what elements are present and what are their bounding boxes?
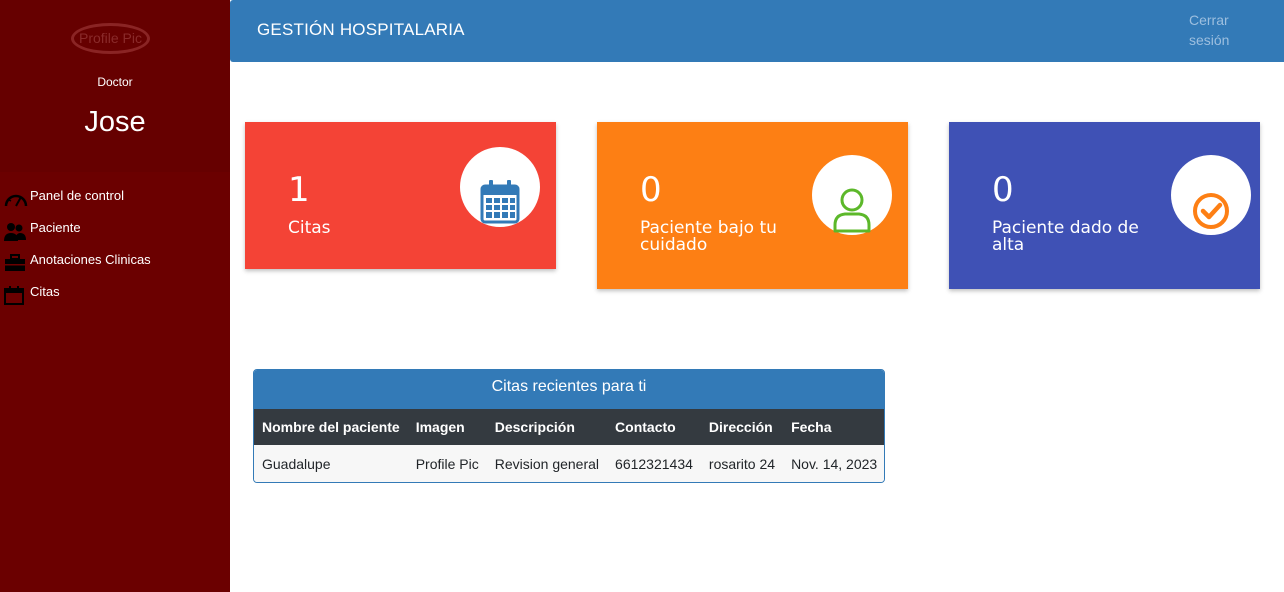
- sidebar-item-paciente[interactable]: Paciente: [0, 215, 230, 247]
- logout-line-2: sesión: [1189, 32, 1230, 48]
- logout-link[interactable]: Cerrar sesión: [1189, 10, 1249, 50]
- sidebar-item-label: Anotaciones Clinicas: [30, 251, 151, 267]
- column-header: Contacto: [615, 419, 676, 435]
- cell-patient-name: Guadalupe: [262, 456, 331, 472]
- sidebar: Profile Pic Doctor Jose Panel de control…: [0, 0, 230, 592]
- sidebar-item-anotaciones-clinicas[interactable]: Anotaciones Clinicas: [0, 247, 230, 279]
- stat-count: 0: [992, 170, 1014, 210]
- stat-card-citas[interactable]: 1 Citas: [245, 122, 556, 269]
- stat-icon-circle: [460, 147, 540, 227]
- table-header-row: Nombre del paciente Imagen Descripción C…: [254, 409, 884, 445]
- panel-title: Citas recientes para ti: [254, 370, 884, 409]
- cell-image: Profile Pic: [415, 456, 479, 472]
- sidebar-item-citas[interactable]: Citas: [0, 279, 230, 311]
- stat-count: 1: [288, 170, 310, 210]
- app-title: GESTIÓN HOSPITALARIA: [257, 20, 465, 39]
- stat-label: Paciente dado de alta: [992, 218, 1139, 255]
- sidebar-nav: Panel de control Paciente Anotaciones Cl…: [0, 183, 230, 311]
- user-role: Doctor: [97, 75, 133, 89]
- stat-icon-circle: [1171, 155, 1251, 235]
- sidebar-item-panel-de-control[interactable]: Panel de control: [0, 183, 230, 215]
- calendar-icon: [0, 285, 30, 305]
- table-row[interactable]: Guadalupe Profile Pic Revision general 6…: [254, 445, 884, 482]
- stat-card-paciente-bajo-cuidado[interactable]: 0 Paciente bajo tu cuidado: [597, 122, 908, 289]
- check-circle-icon: [1193, 193, 1229, 229]
- recent-appointments-panel: Citas recientes para ti Nombre del pacie…: [253, 369, 885, 483]
- sidebar-item-label: Citas: [30, 283, 60, 299]
- column-header: Imagen: [415, 419, 465, 435]
- profile-section: Profile Pic Doctor Jose: [0, 0, 230, 172]
- cell-date: Nov. 14, 2023: [791, 456, 878, 472]
- cell-description: Revision general: [494, 456, 600, 472]
- user-icon: [833, 188, 871, 233]
- stat-card-paciente-dado-de-alta[interactable]: 0 Paciente dado de alta: [949, 122, 1260, 289]
- sidebar-item-label: Panel de control: [30, 187, 124, 203]
- cell-address: rosarito 24: [708, 456, 776, 472]
- stat-label: Paciente bajo tu cuidado: [640, 218, 777, 255]
- user-name: Jose: [84, 106, 146, 138]
- calendar-icon: [480, 180, 520, 224]
- stat-count: 0: [640, 170, 662, 210]
- column-header: Nombre del paciente: [262, 419, 400, 435]
- sidebar-item-label: Paciente: [30, 219, 81, 235]
- dashboard-gauge-icon: [0, 189, 30, 209]
- cell-contact: 6612321434: [615, 456, 693, 472]
- top-bar: GESTIÓN HOSPITALARIA Cerrar sesión: [230, 0, 1284, 62]
- column-header: Dirección: [708, 419, 773, 435]
- logout-line-1: Cerrar: [1189, 12, 1229, 28]
- stat-icon-circle: [812, 155, 892, 235]
- briefcase-icon: [0, 253, 30, 273]
- stat-label: Citas: [288, 218, 331, 238]
- users-icon: [0, 221, 30, 241]
- column-header: Descripción: [494, 419, 575, 435]
- column-header: Fecha: [791, 419, 832, 435]
- avatar: Profile Pic: [71, 23, 150, 54]
- appointments-table: Nombre del paciente Imagen Descripción C…: [254, 409, 884, 482]
